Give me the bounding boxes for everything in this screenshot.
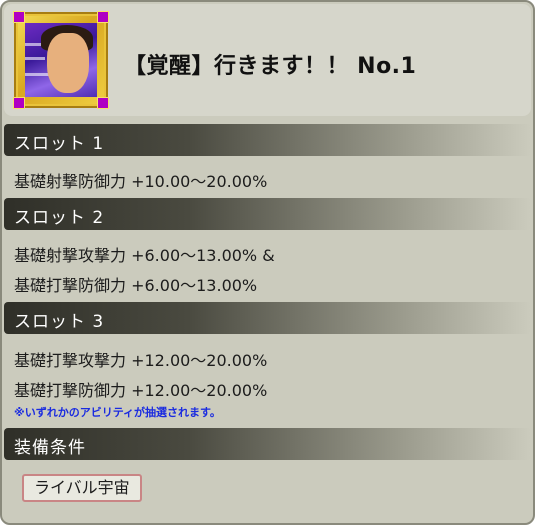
skill-title: 【覚醒】行きます！！ No.1 (124, 54, 417, 79)
slot-2-effect-b: 基礎打撃防御力 +6.00〜13.00% (14, 276, 258, 295)
section-header-requirements: 装備条件 (4, 428, 531, 460)
requirement-tag[interactable]: ライバル宇宙 (22, 474, 142, 502)
character-portrait (13, 11, 109, 109)
portrait-image (25, 23, 97, 97)
slot-3-effect-a: 基礎打撃攻撃力 +12.00〜20.00% (14, 351, 268, 370)
section-header-slot-1: スロット 1 (4, 124, 531, 156)
section-header-slot-3: スロット 3 (4, 302, 531, 334)
frame-corner-icon (97, 11, 109, 23)
slot-2-effect-a: 基礎射撃攻撃力 +6.00〜13.00% & (14, 246, 275, 265)
frame-corner-icon (13, 97, 25, 109)
section-label: スロット 2 (14, 208, 105, 228)
frame-corner-icon (97, 97, 109, 109)
slot-1-effect: 基礎射撃防御力 +10.00〜20.00% (14, 172, 268, 191)
section-header-slot-2: スロット 2 (4, 198, 531, 230)
card-header: 【覚醒】行きます！！ No.1 (4, 4, 531, 116)
section-label: スロット 3 (14, 312, 105, 332)
slot-3-effect-b: 基礎打撃防御力 +12.00〜20.00% (14, 381, 268, 400)
ability-card: 【覚醒】行きます！！ No.1 スロット 1 基礎射撃防御力 +10.00〜20… (0, 0, 535, 525)
section-label: スロット 1 (14, 134, 105, 154)
frame-corner-icon (13, 11, 25, 23)
section-label: 装備条件 (14, 438, 86, 458)
lottery-note: ※いずれかのアビリティが抽選されます。 (14, 406, 221, 419)
